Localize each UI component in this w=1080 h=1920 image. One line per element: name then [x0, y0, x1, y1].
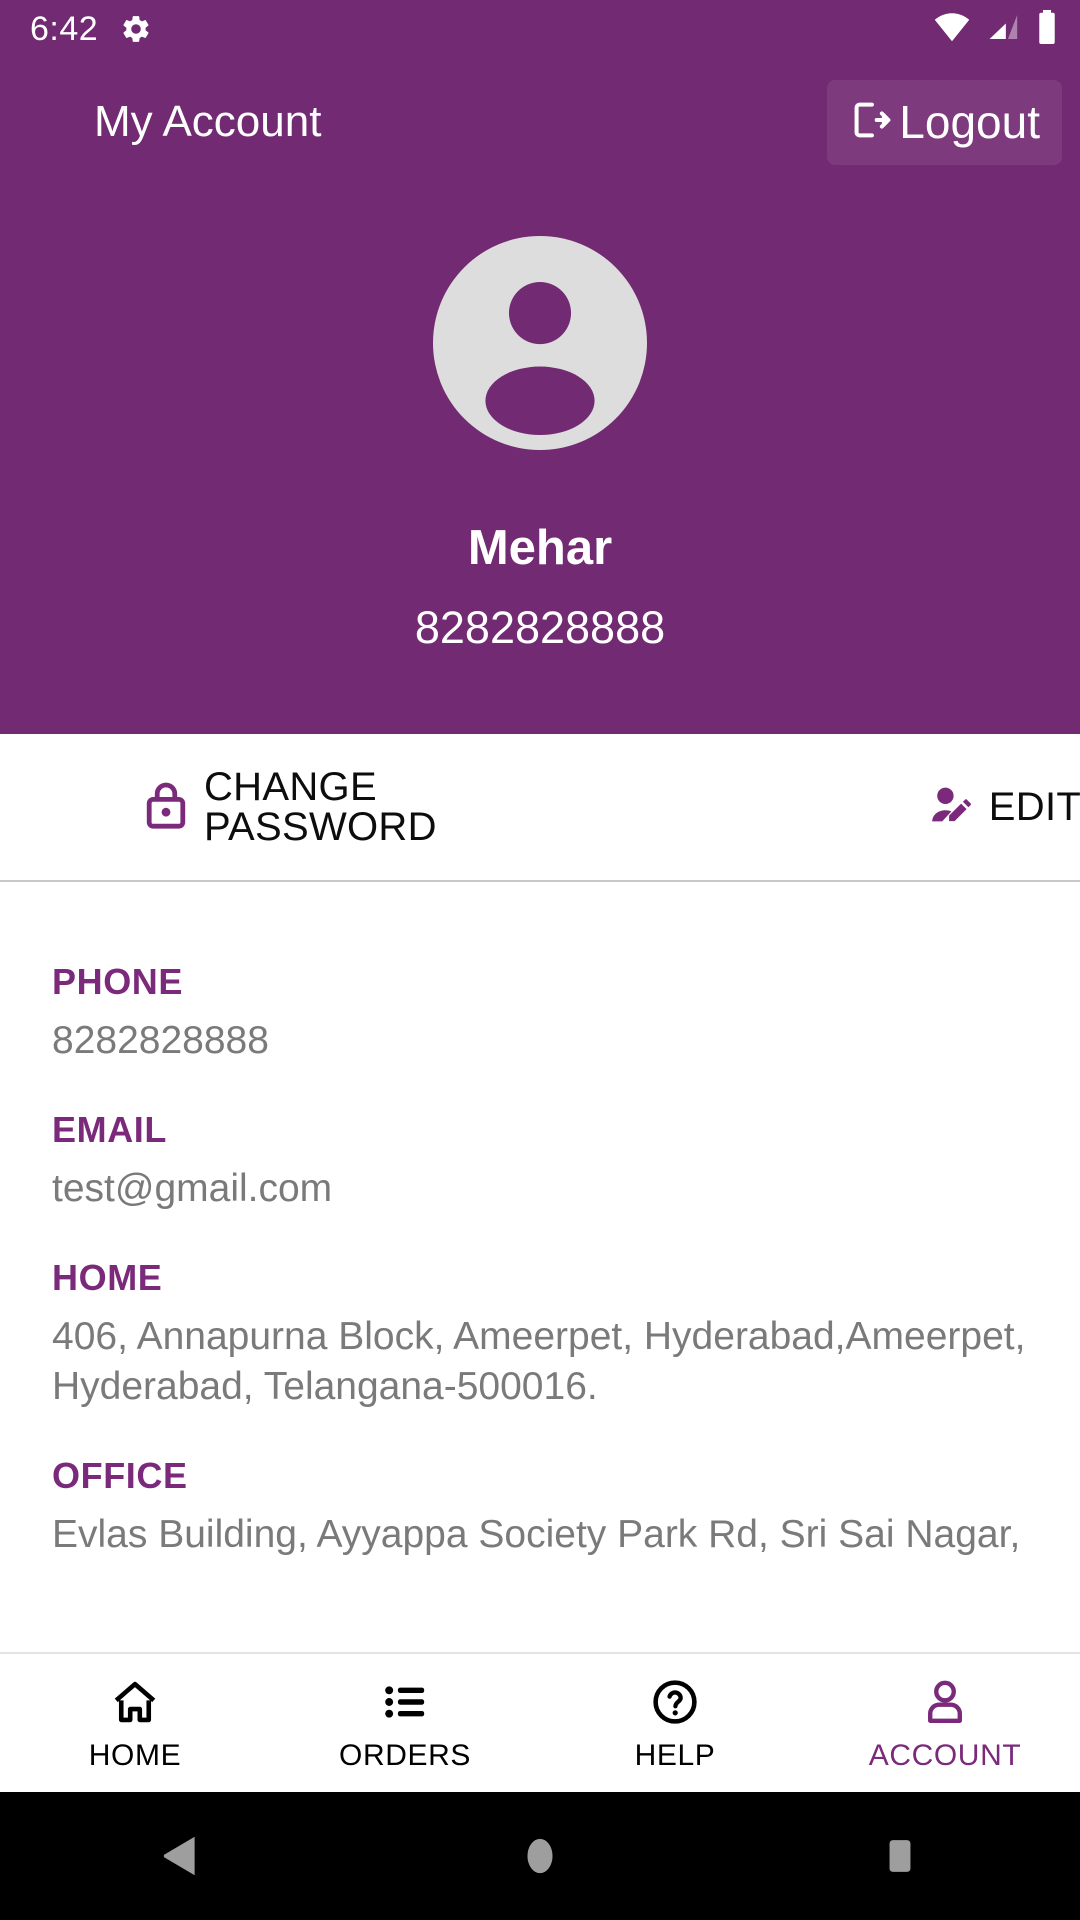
edit-profile-button[interactable]: EDIT — [927, 781, 1080, 833]
wifi-icon — [934, 12, 970, 47]
field-label: HOME — [52, 1256, 163, 1298]
field-value: Evlas Building, Ayyappa Society Park Rd,… — [52, 1512, 1021, 1556]
field-label: OFFICE — [52, 1454, 188, 1496]
field-label: PHONE — [52, 961, 184, 1002]
change-password-label: CHANGE PASSWORD — [204, 765, 437, 849]
profile-name: Mehar — [467, 521, 613, 575]
lock-icon — [142, 779, 190, 835]
tab-help[interactable]: HELP — [540, 1675, 810, 1771]
tab-account[interactable]: ACCOUNT — [810, 1675, 1080, 1771]
field-value: 8282828888 — [52, 1019, 269, 1062]
battery-icon — [1036, 9, 1058, 49]
home-icon — [110, 1675, 160, 1729]
status-bar: 6:42 — [0, 0, 1080, 58]
field-value: test@gmail.com — [52, 1166, 333, 1210]
detail-field-office: OFFICE Evlas Building, Ayyappa Society P… — [52, 1454, 1028, 1560]
tab-label: ACCOUNT — [868, 1739, 1022, 1772]
profile-hero: Mehar 8282828888 — [0, 186, 1080, 734]
tab-label: HELP — [634, 1739, 716, 1772]
profile-phone: 8282828888 — [414, 602, 666, 653]
edit-label: EDIT — [988, 785, 1080, 829]
account-circle-avatar — [433, 236, 647, 450]
field-label: EMAIL — [52, 1108, 167, 1150]
cellular-signal-icon — [986, 12, 1020, 47]
page-title: My Account — [94, 97, 322, 146]
account-details-list: PHONE 8282828888 EMAIL test@gmail.com HO… — [0, 882, 1080, 1652]
help-icon — [650, 1675, 700, 1729]
app-bar: My Account Logout — [0, 58, 1080, 186]
status-icons — [934, 9, 1058, 49]
tab-label: ORDERS — [339, 1739, 471, 1772]
edit-person-icon — [927, 781, 975, 833]
tab-label: HOME — [88, 1739, 182, 1772]
logout-label: Logout — [899, 96, 1040, 148]
home-circle-icon[interactable] — [360, 1833, 720, 1879]
gear-icon — [120, 13, 152, 45]
status-clock: 6:42 — [30, 10, 99, 48]
bottom-navigation: HOME ORDERS HELP ACCOUNT — [0, 1652, 1080, 1792]
change-password-button[interactable]: CHANGE PASSWORD — [142, 767, 437, 847]
logout-icon — [847, 97, 893, 148]
back-triangle-icon[interactable] — [0, 1833, 360, 1879]
tab-home[interactable]: HOME — [0, 1675, 270, 1771]
detail-field-phone: PHONE 8282828888 — [52, 964, 1028, 1066]
profile-action-row: CHANGE PASSWORD EDIT — [0, 734, 1080, 882]
list-icon — [380, 1675, 430, 1729]
field-value: 406, Annapurna Block, Ameerpet, Hyderaba… — [52, 1314, 1026, 1408]
logout-button[interactable]: Logout — [827, 79, 1062, 165]
tab-orders[interactable]: ORDERS — [270, 1675, 540, 1771]
person-icon — [920, 1675, 970, 1729]
detail-field-email: EMAIL test@gmail.com — [52, 1108, 1028, 1214]
android-navigation-bar — [0, 1792, 1080, 1920]
detail-field-home: HOME 406, Annapurna Block, Ameerpet, Hyd… — [52, 1256, 1028, 1412]
app-screen: 6:42 My Account Logout Mehar 8282828888 … — [0, 0, 1080, 1920]
recents-square-icon[interactable] — [720, 1833, 1080, 1879]
